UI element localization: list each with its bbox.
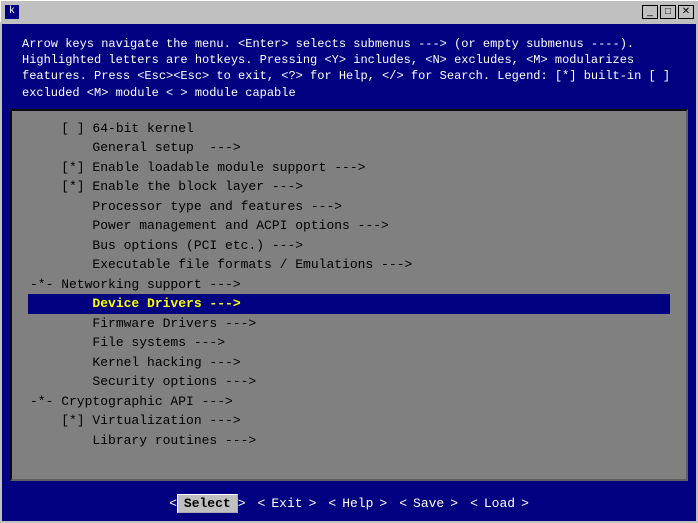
outer-window: Arrow keys navigate the menu. <Enter> se… [0, 22, 698, 523]
btn-exit-wrapper: < Exit > [258, 495, 317, 512]
btn-select-right-bracket: > [238, 496, 246, 511]
btn-load-button[interactable]: Load [478, 495, 521, 512]
item-13[interactable]: Kernel hacking ---> [28, 353, 670, 373]
item-17[interactable]: Library routines ---> [28, 431, 670, 451]
titlebar-left: k [5, 5, 23, 19]
minimize-button[interactable]: _ [642, 5, 658, 19]
btn-load-right-bracket: > [521, 496, 529, 511]
item-2[interactable]: General setup ---> [28, 138, 670, 158]
content-area: [ ] 64-bit kernel General setup ---> [*]… [10, 109, 688, 481]
btn-save-wrapper: < Save > [399, 495, 458, 512]
titlebar: k _ □ ✕ [0, 0, 698, 22]
item-8[interactable]: Executable file formats / Emulations ---… [28, 255, 670, 275]
btn-save-button[interactable]: Save [407, 495, 450, 512]
header-box: Arrow keys navigate the menu. <Enter> se… [2, 28, 696, 105]
btn-select-left-bracket: < [169, 496, 177, 511]
item-11[interactable]: Firmware Drivers ---> [28, 314, 670, 334]
btn-load-left-bracket: < [470, 496, 478, 511]
btn-select-wrapper: < Select > [169, 494, 245, 513]
btn-exit-button[interactable]: Exit [265, 495, 308, 512]
item-9[interactable]: -*- Networking support ---> [28, 275, 670, 295]
item-15[interactable]: -*- Cryptographic API ---> [28, 392, 670, 412]
item-16[interactable]: [*] Virtualization ---> [28, 411, 670, 431]
btn-save-left-bracket: < [399, 496, 407, 511]
btn-save-right-bracket: > [450, 496, 458, 511]
item-4[interactable]: [*] Enable the block layer ---> [28, 177, 670, 197]
item-1[interactable]: [ ] 64-bit kernel [28, 119, 670, 139]
header-description: Arrow keys navigate the menu. <Enter> se… [22, 36, 676, 101]
btn-exit-left-bracket: < [258, 496, 266, 511]
item-10[interactable]: Device Drivers ---> [28, 294, 670, 314]
item-14[interactable]: Security options ---> [28, 372, 670, 392]
btn-help-wrapper: < Help > [328, 495, 387, 512]
item-3[interactable]: [*] Enable loadable module support ---> [28, 158, 670, 178]
btn-exit-right-bracket: > [309, 496, 317, 511]
maximize-button[interactable]: □ [660, 5, 676, 19]
btn-load-wrapper: < Load > [470, 495, 529, 512]
btn-help-right-bracket: > [379, 496, 387, 511]
titlebar-buttons: _ □ ✕ [642, 5, 694, 19]
item-6[interactable]: Power management and ACPI options ---> [28, 216, 670, 236]
close-button[interactable]: ✕ [678, 5, 694, 19]
item-5[interactable]: Processor type and features ---> [28, 197, 670, 217]
btn-help-left-bracket: < [328, 496, 336, 511]
bottom-bar: < Select >< Exit >< Help >< Save >< Load… [2, 485, 696, 521]
btn-select-button[interactable]: Select [177, 494, 238, 513]
item-7[interactable]: Bus options (PCI etc.) ---> [28, 236, 670, 256]
btn-help-button[interactable]: Help [336, 495, 379, 512]
titlebar-icon: k [5, 5, 19, 19]
item-12[interactable]: File systems ---> [28, 333, 670, 353]
